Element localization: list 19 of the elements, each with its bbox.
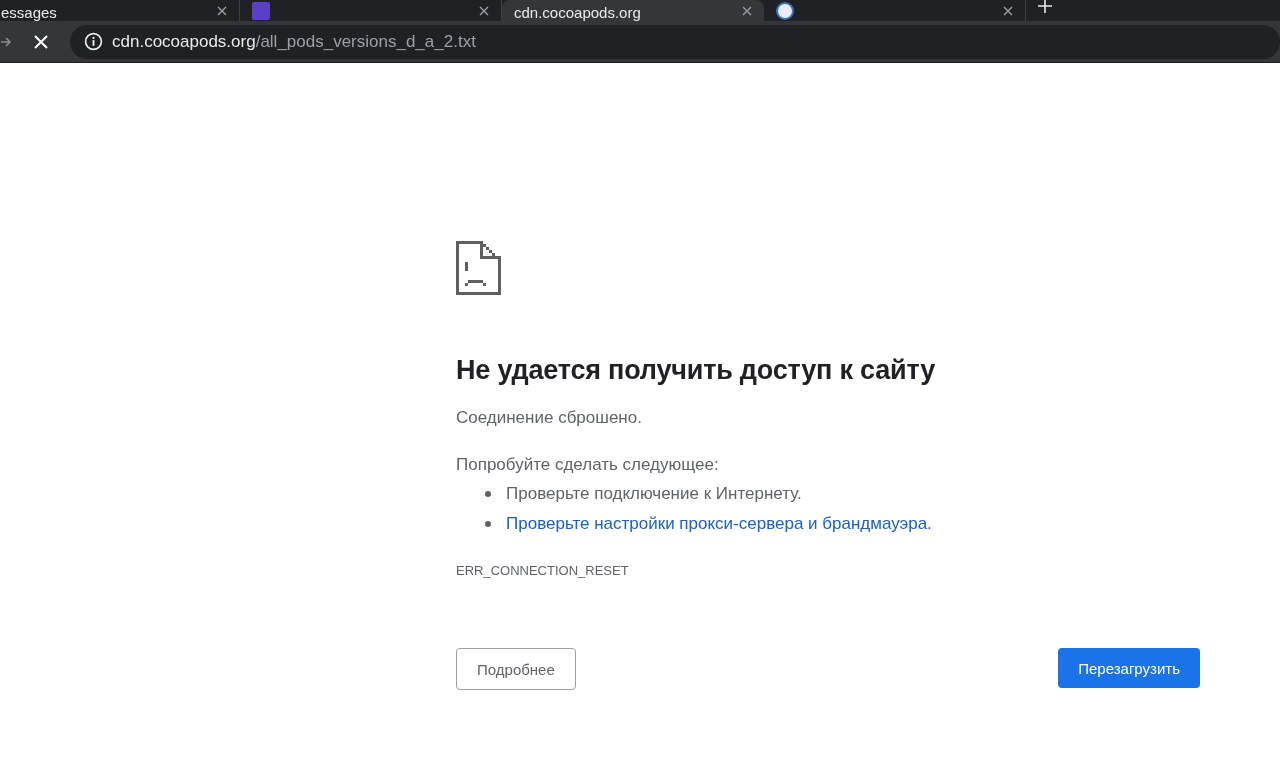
reload-button[interactable]: Перезагрузить	[1058, 648, 1200, 688]
suggestion-text: Проверьте подключение к Интернету.	[506, 484, 802, 504]
suggestions-title: Попробуйте сделать следующее:	[456, 455, 720, 475]
new-tab-icon[interactable]	[1038, 0, 1052, 13]
forward-icon[interactable]	[0, 35, 12, 48]
url-text: cdn.cocoapods.org/all_pods_versions_d_a_2.txt	[112, 31, 476, 52]
close-icon[interactable]	[217, 6, 227, 16]
error-code: ERR_CONNECTION_RESET	[456, 563, 630, 578]
error-message: Соединение сброшено.	[456, 408, 643, 428]
browser-tab[interactable]: cdn.cocoapods.org	[502, 0, 764, 21]
error-heading: Не удается получить доступ к сайту	[456, 355, 936, 386]
close-icon[interactable]	[479, 6, 489, 16]
sad-page-icon	[456, 241, 501, 295]
close-icon[interactable]	[1003, 6, 1013, 16]
details-button[interactable]: Подробнее	[456, 648, 576, 690]
address-bar[interactable]: cdn.cocoapods.org/all_pods_versions_d_a_2.txt	[70, 24, 1280, 59]
square-icon	[252, 2, 270, 20]
settings-link[interactable]: Проверьте настройки прокси-сервера и брандмауэра.	[506, 514, 932, 534]
info-icon[interactable]	[84, 32, 103, 51]
